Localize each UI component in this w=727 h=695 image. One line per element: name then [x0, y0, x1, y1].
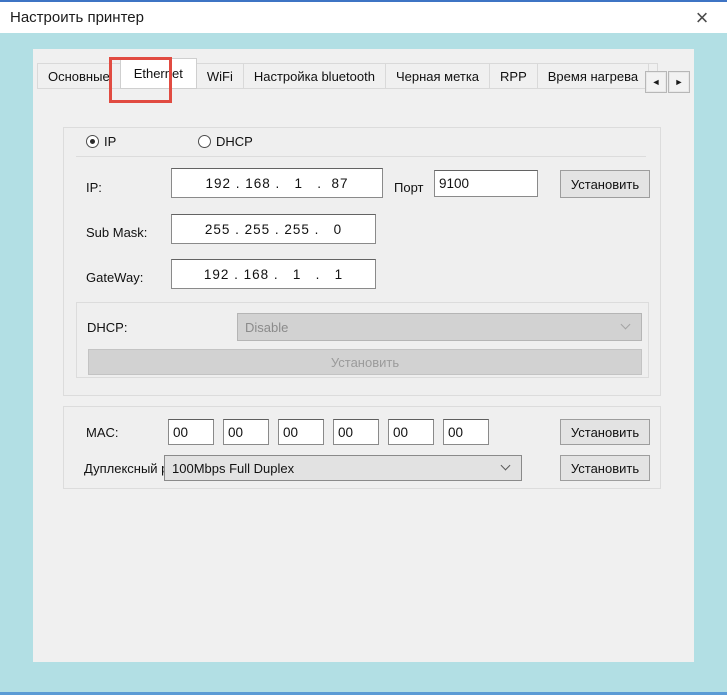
- tab-label: Время нагрева: [548, 69, 638, 84]
- tab-label: Настройка bluetooth: [254, 69, 375, 84]
- tab-label: Черная метка: [396, 69, 479, 84]
- radio-dhcp-circle[interactable]: [198, 135, 211, 148]
- chevron-down-icon: [621, 320, 631, 330]
- tab-scroll-right-icon[interactable]: ►: [668, 71, 690, 93]
- mac-group: MAC: Установить Дуплексный режи 100Mbps …: [63, 406, 661, 489]
- radio-dhcp[interactable]: DHCP: [198, 134, 253, 149]
- tab-strip: Основные Ethernet WiFi Настройка bluetoo…: [37, 58, 691, 89]
- separator: [76, 156, 646, 157]
- network-group: IP DHCP IP: Порт Установить Sub Mask: Ga…: [63, 127, 661, 396]
- dhcp-group: DHCP: Disable Установить: [76, 302, 649, 378]
- title-bar: Настроить принтер ×: [0, 2, 727, 33]
- submask-input[interactable]: [171, 214, 376, 244]
- radio-dhcp-label: DHCP: [216, 134, 253, 149]
- radio-ip-label: IP: [104, 134, 116, 149]
- mac-octet-input[interactable]: [278, 419, 324, 445]
- tab-label: Ethernet: [134, 66, 183, 81]
- tab-label: WiFi: [207, 69, 233, 84]
- ip-label: IP:: [86, 180, 102, 195]
- dhcp-label: DHCP:: [87, 320, 127, 335]
- set-mac-button[interactable]: Установить: [560, 419, 650, 445]
- port-label: Порт: [394, 180, 423, 195]
- gateway-label: GateWay:: [86, 270, 143, 285]
- set-ip-button[interactable]: Установить: [560, 170, 650, 198]
- close-icon[interactable]: ×: [687, 2, 717, 33]
- radio-ip-circle[interactable]: [86, 135, 99, 148]
- dhcp-dropdown: Disable: [237, 313, 642, 341]
- tab-scroll-left-icon[interactable]: ◄: [645, 71, 667, 93]
- chevron-down-icon: [501, 461, 511, 471]
- tab-label: Основные: [48, 69, 110, 84]
- tab-label: RPP: [500, 69, 527, 84]
- printer-settings-dialog: Настроить принтер × Основные Ethernet Wi…: [0, 0, 727, 695]
- gateway-input[interactable]: [171, 259, 376, 289]
- set-duplex-button[interactable]: Установить: [560, 455, 650, 481]
- mac-octet-input[interactable]: [168, 419, 214, 445]
- tab-rpp[interactable]: RPP: [489, 63, 538, 89]
- dhcp-dropdown-value: Disable: [245, 320, 288, 335]
- tab-bluetooth[interactable]: Настройка bluetooth: [243, 63, 386, 89]
- set-dhcp-button: Установить: [88, 349, 642, 375]
- tab-control-panel: Основные Ethernet WiFi Настройка bluetoo…: [33, 49, 694, 662]
- submask-label: Sub Mask:: [86, 225, 147, 240]
- tab-black-mark[interactable]: Черная метка: [385, 63, 490, 89]
- ip-input[interactable]: [171, 168, 383, 198]
- tab-osnovnye[interactable]: Основные: [37, 63, 121, 89]
- radio-ip[interactable]: IP: [86, 134, 116, 149]
- mac-octet-input[interactable]: [388, 419, 434, 445]
- mac-octet-input[interactable]: [443, 419, 489, 445]
- mac-octet-input[interactable]: [223, 419, 269, 445]
- duplex-dropdown[interactable]: 100Mbps Full Duplex: [164, 455, 522, 481]
- mac-octet-input[interactable]: [333, 419, 379, 445]
- mac-label: MAC:: [86, 425, 119, 440]
- tab-wifi[interactable]: WiFi: [196, 63, 244, 89]
- tab-scrollers: ◄ ►: [644, 71, 690, 93]
- duplex-dropdown-value: 100Mbps Full Duplex: [172, 461, 294, 476]
- duplex-label: Дуплексный режи: [84, 461, 165, 476]
- tab-heating-time[interactable]: Время нагрева: [537, 63, 649, 89]
- port-input[interactable]: [434, 170, 538, 197]
- mac-inputs: [168, 419, 489, 445]
- tab-ethernet[interactable]: Ethernet: [120, 58, 197, 89]
- window-title: Настроить принтер: [10, 9, 144, 26]
